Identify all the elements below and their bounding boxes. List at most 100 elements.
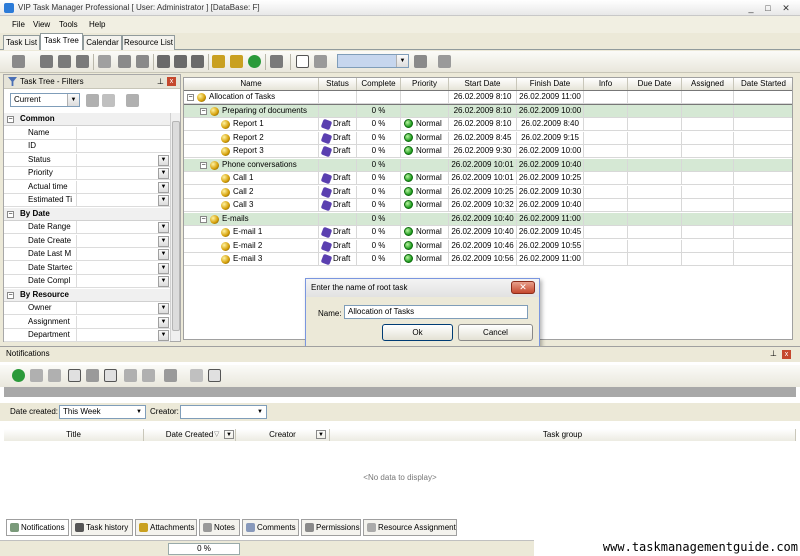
- grid-cell[interactable]: E-mail 2: [184, 239, 319, 253]
- show-unread-icon[interactable]: [86, 369, 99, 382]
- tab-task-tree[interactable]: Task Tree: [40, 33, 83, 50]
- creator-select[interactable]: ▼: [180, 405, 267, 419]
- grid-cell[interactable]: [584, 226, 628, 239]
- grid-cell[interactable]: Draft: [319, 226, 357, 239]
- date-created-select[interactable]: This Week ▼: [59, 405, 146, 419]
- task-row[interactable]: Report 3 Draft 0 % Normal 26.02.2009 9:30 26.…: [184, 145, 792, 158]
- grid-cell[interactable]: 26.02.2009 10:00: [517, 104, 584, 118]
- grid-cell[interactable]: − Preparing of documents: [184, 104, 319, 118]
- grid-cell[interactable]: 0 %: [357, 131, 401, 145]
- grid-cell[interactable]: [682, 118, 734, 131]
- task-row[interactable]: Call 2 Draft 0 % Normal 26.02.2009 10:25 26.0…: [184, 185, 792, 199]
- grid-column-header[interactable]: Complete: [357, 78, 401, 91]
- tab-calendar[interactable]: Calendar: [83, 35, 122, 50]
- grid-cell[interactable]: Normal: [401, 145, 449, 158]
- show-read-icon[interactable]: [68, 369, 81, 382]
- grid-cell[interactable]: Call 1: [184, 172, 319, 185]
- grid-cell[interactable]: [734, 159, 792, 172]
- grid-cell[interactable]: [584, 91, 628, 104]
- apply-filter-icon[interactable]: [86, 94, 99, 107]
- grid-cell[interactable]: 0 %: [357, 239, 401, 253]
- refresh-icon[interactable]: [12, 369, 25, 382]
- grid-cell[interactable]: [682, 104, 734, 118]
- outdent-icon[interactable]: [136, 55, 149, 68]
- grid-cell[interactable]: [401, 158, 449, 172]
- close-panel-icon[interactable]: x: [167, 77, 176, 86]
- filter-row[interactable]: Priority ▼: [4, 167, 170, 180]
- grid-cell[interactable]: 26.02.2009 10:00: [517, 145, 584, 158]
- grid-cell[interactable]: [682, 145, 734, 158]
- grid-column-header[interactable]: Info: [584, 78, 628, 91]
- columns-icon[interactable]: [164, 369, 177, 382]
- grid-column-header[interactable]: Date Started: [734, 78, 792, 91]
- grid-column-header[interactable]: Priority: [401, 78, 449, 91]
- collapse-icon[interactable]: −: [200, 215, 207, 223]
- tab-permissions[interactable]: Permissions: [301, 519, 361, 536]
- grid-cell[interactable]: 0 %: [357, 212, 401, 226]
- chevron-down-icon[interactable]: ▼: [158, 303, 169, 314]
- minimize-button[interactable]: _: [744, 2, 758, 14]
- chevron-down-icon[interactable]: ▼: [158, 154, 169, 166]
- task-group-row[interactable]: − Allocation of Tasks 26.02.2009 8:10 26.02…: [184, 90, 792, 105]
- grid-cell[interactable]: Normal: [401, 199, 449, 212]
- chevron-down-icon[interactable]: ▼: [133, 406, 145, 418]
- grid-cell[interactable]: [628, 104, 682, 118]
- grid-cell[interactable]: Draft: [319, 118, 357, 131]
- print-icon[interactable]: [270, 55, 283, 68]
- grid-cell[interactable]: 26.02.2009 10:40: [517, 199, 584, 212]
- grid-cell[interactable]: [734, 240, 792, 253]
- copy-task-icon[interactable]: [76, 55, 89, 68]
- col-creator[interactable]: Creator ▼: [236, 429, 330, 441]
- task-row[interactable]: Report 1 Draft 0 % Normal 26.02.2009 8:10 26.…: [184, 118, 792, 131]
- task-row[interactable]: E-mail 1 Draft 0 % Normal 26.02.2009 10:40 26…: [184, 226, 792, 239]
- grid-cell[interactable]: Normal: [401, 185, 449, 199]
- menu-view[interactable]: View: [33, 20, 50, 29]
- filter-row[interactable]: Date Last M ▼: [4, 248, 170, 261]
- grid-cell[interactable]: [628, 131, 682, 145]
- grid-cell[interactable]: [734, 226, 792, 239]
- grid-cell[interactable]: 26.02.2009 10:01: [449, 172, 517, 185]
- grid-cell[interactable]: [584, 253, 628, 266]
- grid-cell[interactable]: 26.02.2009 11:00: [517, 91, 584, 104]
- fit-width-icon[interactable]: [296, 55, 309, 68]
- grid-cell[interactable]: [584, 118, 628, 131]
- grid-cell[interactable]: 26.02.2009 8:40: [517, 118, 584, 131]
- grid-cell[interactable]: [682, 131, 734, 145]
- grid-cell[interactable]: 26.02.2009 11:00: [517, 212, 584, 226]
- grid-cell[interactable]: [628, 199, 682, 212]
- grid-cell[interactable]: [401, 212, 449, 226]
- col-date-created[interactable]: Date Created ▽ ▼: [144, 429, 236, 441]
- maximize-button[interactable]: □: [761, 2, 775, 14]
- grid-cell[interactable]: [682, 212, 734, 226]
- grid-cell[interactable]: 26.02.2009 10:32: [449, 199, 517, 212]
- grid-cell[interactable]: 0 %: [357, 226, 401, 239]
- collapse-icon[interactable]: −: [187, 94, 194, 101]
- grid-cell[interactable]: [682, 158, 734, 172]
- grid-cell[interactable]: Draft: [319, 185, 357, 199]
- column-filter-icon[interactable]: ▼: [316, 430, 326, 439]
- grid-cell[interactable]: E-mail 3: [184, 253, 319, 266]
- grid-cell[interactable]: [682, 226, 734, 239]
- indent-icon[interactable]: [118, 55, 131, 68]
- unread-icon[interactable]: [48, 369, 61, 382]
- filter-row[interactable]: ID: [4, 140, 170, 153]
- collapse-all-icon[interactable]: [230, 55, 243, 68]
- grid-cell[interactable]: Draft: [319, 253, 357, 266]
- grid-column-header[interactable]: Start Date: [449, 78, 517, 91]
- grid-column-header[interactable]: Due Date: [628, 78, 682, 91]
- grid-cell[interactable]: Draft: [319, 145, 357, 158]
- grid-cell[interactable]: [584, 212, 628, 226]
- filter-scrollbar[interactable]: [170, 113, 180, 341]
- grid-cell[interactable]: 26.02.2009 11:00: [517, 253, 584, 266]
- filter-row[interactable]: Name: [4, 126, 170, 140]
- grid-cell[interactable]: Draft: [319, 172, 357, 185]
- grid-cell[interactable]: 0 %: [357, 104, 401, 118]
- grid-cell[interactable]: [682, 185, 734, 199]
- grid-cell[interactable]: [628, 239, 682, 253]
- grid-cell[interactable]: 26.02.2009 10:55: [517, 239, 584, 253]
- chevron-down-icon[interactable]: ▼: [158, 249, 169, 260]
- grid-cell[interactable]: [584, 172, 628, 185]
- grid-cell[interactable]: [682, 253, 734, 266]
- task-group-row[interactable]: − E-mails 0 % 26.02.2009 10:40 26.02.2009 11…: [184, 212, 792, 226]
- grid-cell[interactable]: 0 %: [357, 253, 401, 266]
